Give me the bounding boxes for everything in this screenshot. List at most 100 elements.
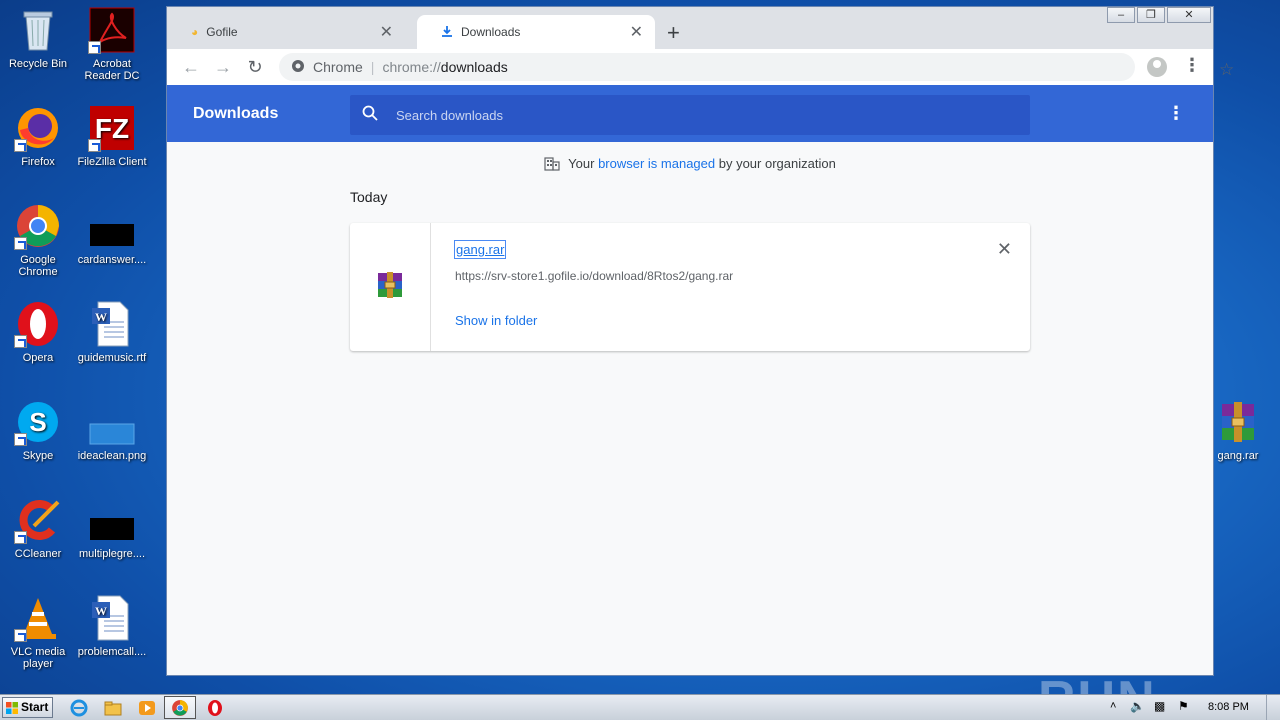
desktop-icon-label: Skype <box>22 450 54 462</box>
download-filename-link[interactable]: gang.rar <box>454 240 507 259</box>
downloads-header: Downloads ⋮ <box>167 85 1213 142</box>
gofile-favicon-icon: ◕ <box>191 25 199 39</box>
svg-text:S: S <box>29 407 46 437</box>
toolbar: ← → ↻ Chrome | chrome://downloads ☆ ⋮ <box>167 49 1234 85</box>
tab-downloads[interactable]: Downloads ✕ <box>417 15 655 49</box>
desktop-icon-label: problemcall.... <box>77 646 147 658</box>
chrome-page-icon <box>291 59 305 76</box>
close-tab-icon[interactable]: ✕ <box>380 22 393 42</box>
desktop-icon-multiplegre[interactable]: multiplegre.... <box>74 496 150 560</box>
shortcut-arrow-icon <box>14 433 27 446</box>
file-explorer-taskbar-icon[interactable] <box>104 699 122 717</box>
internet-explorer-taskbar-icon[interactable] <box>70 699 88 717</box>
shortcut-arrow-icon <box>88 139 101 152</box>
winrar-archive-icon <box>1214 398 1262 446</box>
file-icon-column <box>350 223 431 351</box>
opera-icon <box>14 300 62 348</box>
omnibox-separator: | <box>370 59 375 75</box>
desktop-icon-label: Firefox <box>21 156 55 168</box>
downloads-page: Downloads ⋮ Your browser is managed by y… <box>167 85 1213 675</box>
windows-flag-icon <box>6 702 18 714</box>
download-source-url: https://srv-store1.gofile.io/download/8R… <box>455 269 734 283</box>
bookmark-star-icon[interactable]: ☆ <box>1219 60 1234 80</box>
managed-link[interactable]: browser is managed <box>598 156 715 171</box>
desktop-icon-label: cardanswer.... <box>77 254 147 266</box>
chrome-icon <box>14 202 62 250</box>
url-host: downloads <box>440 59 508 75</box>
black-file-thumbnail-icon <box>88 496 136 544</box>
desktop-icon-label: gang.rar <box>1217 450 1259 462</box>
chrome-taskbar-button[interactable] <box>164 696 196 719</box>
media-player-taskbar-icon[interactable] <box>138 699 156 717</box>
url-scheme: chrome:// <box>382 59 441 75</box>
acrobat-icon <box>88 6 136 54</box>
desktop-icon-opera[interactable]: Opera <box>0 300 76 364</box>
desktop-icon-vlc[interactable]: VLC media player <box>0 594 76 670</box>
skype-icon: S <box>14 398 62 446</box>
new-tab-button[interactable]: + <box>667 20 680 46</box>
desktop-icon-recycle-bin[interactable]: Recycle Bin <box>0 6 76 70</box>
network-icon[interactable]: ▩ <box>1154 699 1165 713</box>
tray-expand-icon[interactable]: ˄ <box>1110 700 1116 712</box>
downloads-menu-button[interactable]: ⋮ <box>1167 103 1185 124</box>
remove-download-icon[interactable]: ✕ <box>997 239 1012 260</box>
desktop-icon-label: Google Chrome <box>18 254 58 278</box>
desktop-icon-label: guidemusic.rtf <box>77 352 147 364</box>
download-favicon-icon <box>441 25 453 40</box>
desktop-icon-label: VLC media player <box>10 646 66 670</box>
search-box[interactable] <box>350 95 1030 135</box>
svg-text:W: W <box>95 604 107 618</box>
opera-taskbar-icon[interactable] <box>206 699 224 717</box>
managed-prefix: Your <box>568 156 599 171</box>
desktop-icon-filezilla[interactable]: FZ FileZilla Client <box>74 104 150 168</box>
desktop-icon-ideaclean[interactable]: ideaclean.png <box>74 398 150 462</box>
volume-icon[interactable]: 🔈 <box>1130 699 1145 713</box>
search-input[interactable] <box>396 107 996 123</box>
date-section-label: Today <box>350 189 388 205</box>
managed-suffix: by your organization <box>715 156 836 171</box>
chrome-menu-button[interactable]: ⋮ <box>1183 55 1201 76</box>
action-center-flag-icon[interactable]: ⚑ <box>1178 699 1189 713</box>
desktop-icon-label: Acrobat Reader DC <box>84 58 140 82</box>
ccleaner-icon <box>14 496 62 544</box>
start-label: Start <box>21 700 49 714</box>
download-item: gang.rar https://srv-store1.gofile.io/do… <box>350 223 1030 351</box>
show-in-folder-link[interactable]: Show in folder <box>455 313 537 328</box>
desktop-icon-problemcall[interactable]: W problemcall.... <box>74 594 150 658</box>
chrome-icon <box>172 700 188 716</box>
image-thumbnail-icon <box>88 398 136 446</box>
desktop-icon-guidemusic[interactable]: W guidemusic.rtf <box>74 300 150 364</box>
desktop-icon-firefox[interactable]: Firefox <box>0 104 76 168</box>
profile-avatar-icon[interactable] <box>1147 57 1167 77</box>
back-button[interactable]: ← <box>175 57 207 78</box>
shortcut-arrow-icon <box>14 237 27 250</box>
building-icon <box>544 155 560 171</box>
desktop-icon-cardanswer[interactable]: cardanswer.... <box>74 202 150 266</box>
address-bar[interactable]: Chrome | chrome://downloads ☆ <box>279 53 1234 81</box>
taskbar-clock[interactable]: 8:08 PM <box>1208 701 1249 713</box>
shortcut-arrow-icon <box>14 335 27 348</box>
show-desktop-button[interactable] <box>1266 695 1280 720</box>
word-document-icon: W <box>88 300 136 348</box>
taskbar: Start ˄ 🔈 ▩ ⚑ 8:08 PM <box>0 694 1280 720</box>
close-tab-icon[interactable]: ✕ <box>630 22 643 42</box>
shortcut-arrow-icon <box>14 531 27 544</box>
shortcut-arrow-icon <box>14 629 27 642</box>
desktop-icon-label: multiplegre.... <box>78 548 146 560</box>
desktop-icon-ccleaner[interactable]: CCleaner <box>0 496 76 560</box>
word-document-icon: W <box>88 594 136 642</box>
tab-gofile[interactable]: ◕ Gofile ✕ <box>167 15 405 49</box>
start-button[interactable]: Start <box>2 697 53 718</box>
recycle-bin-icon <box>14 6 62 54</box>
tab-strip: ◕ Gofile ✕ Downloads ✕ + <box>167 15 1213 49</box>
managed-notice: Your browser is managed by your organiza… <box>167 155 1213 171</box>
forward-button[interactable]: → <box>207 57 239 78</box>
desktop-icon-label: FileZilla Client <box>77 156 147 168</box>
desktop-icon-chrome[interactable]: Google Chrome <box>0 202 76 278</box>
desktop-icon-acrobat[interactable]: Acrobat Reader DC <box>74 6 150 82</box>
desktop-icon-skype[interactable]: S Skype <box>0 398 76 462</box>
reload-button[interactable]: ↻ <box>239 57 271 78</box>
desktop-icon-label: Recycle Bin <box>8 58 68 70</box>
desktop-icon-label: Opera <box>22 352 54 364</box>
firefox-icon <box>14 104 62 152</box>
